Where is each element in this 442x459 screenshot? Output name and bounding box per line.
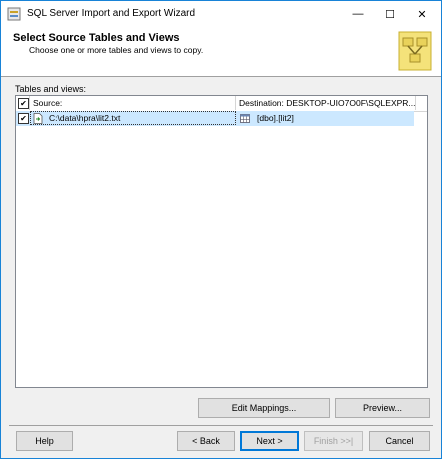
table-icon (240, 114, 250, 123)
destination-column-header[interactable]: Destination: DESKTOP-UIO7O0F\SQLEXPR... (236, 96, 416, 110)
select-all-checkbox[interactable]: ✔ (18, 98, 29, 109)
tables-views-label: Tables and views: (15, 84, 87, 94)
title-bar[interactable]: SQL Server Import and Export Wizard — ☐ … (1, 1, 441, 27)
back-button[interactable]: < Back (177, 431, 235, 451)
sql-server-app-icon (7, 7, 21, 21)
flat-file-icon (33, 113, 43, 124)
row-checkbox[interactable]: ✔ (18, 113, 29, 124)
cancel-button[interactable]: Cancel (369, 431, 430, 451)
minimize-button[interactable]: — (341, 1, 375, 27)
finish-button[interactable]: Finish >>| (304, 431, 363, 451)
source-column-header[interactable]: Source: (30, 96, 236, 110)
select-all-cell[interactable]: ✔ (16, 96, 30, 110)
maximize-button[interactable]: ☐ (373, 1, 407, 27)
page-title: Select Source Tables and Views (13, 32, 180, 44)
window-title: SQL Server Import and Export Wizard (27, 8, 196, 19)
help-button[interactable]: Help (16, 431, 73, 451)
page-subtitle: Choose one or more tables and views to c… (29, 45, 204, 55)
grid-header: ✔ Source: Destination: DESKTOP-UIO7O0F\S… (16, 96, 427, 112)
tables-grid[interactable]: ✔ Source: Destination: DESKTOP-UIO7O0F\S… (15, 95, 428, 388)
table-row[interactable]: ✔ C:\data\hpra\lit2.txt [dbo].[lit2] (16, 111, 414, 126)
preview-button[interactable]: Preview... (335, 398, 430, 418)
footer-divider (9, 425, 433, 426)
row-destination[interactable]: [dbo].[lit2] (257, 111, 294, 126)
close-button[interactable]: ✕ (405, 1, 439, 27)
wizard-icon (398, 31, 432, 71)
page-header: Select Source Tables and Views Choose on… (1, 27, 441, 77)
next-button[interactable]: Next > (240, 431, 299, 451)
edit-mappings-button[interactable]: Edit Mappings... (198, 398, 330, 418)
wizard-window: SQL Server Import and Export Wizard — ☐ … (0, 0, 442, 459)
row-source: C:\data\hpra\lit2.txt (49, 113, 121, 123)
